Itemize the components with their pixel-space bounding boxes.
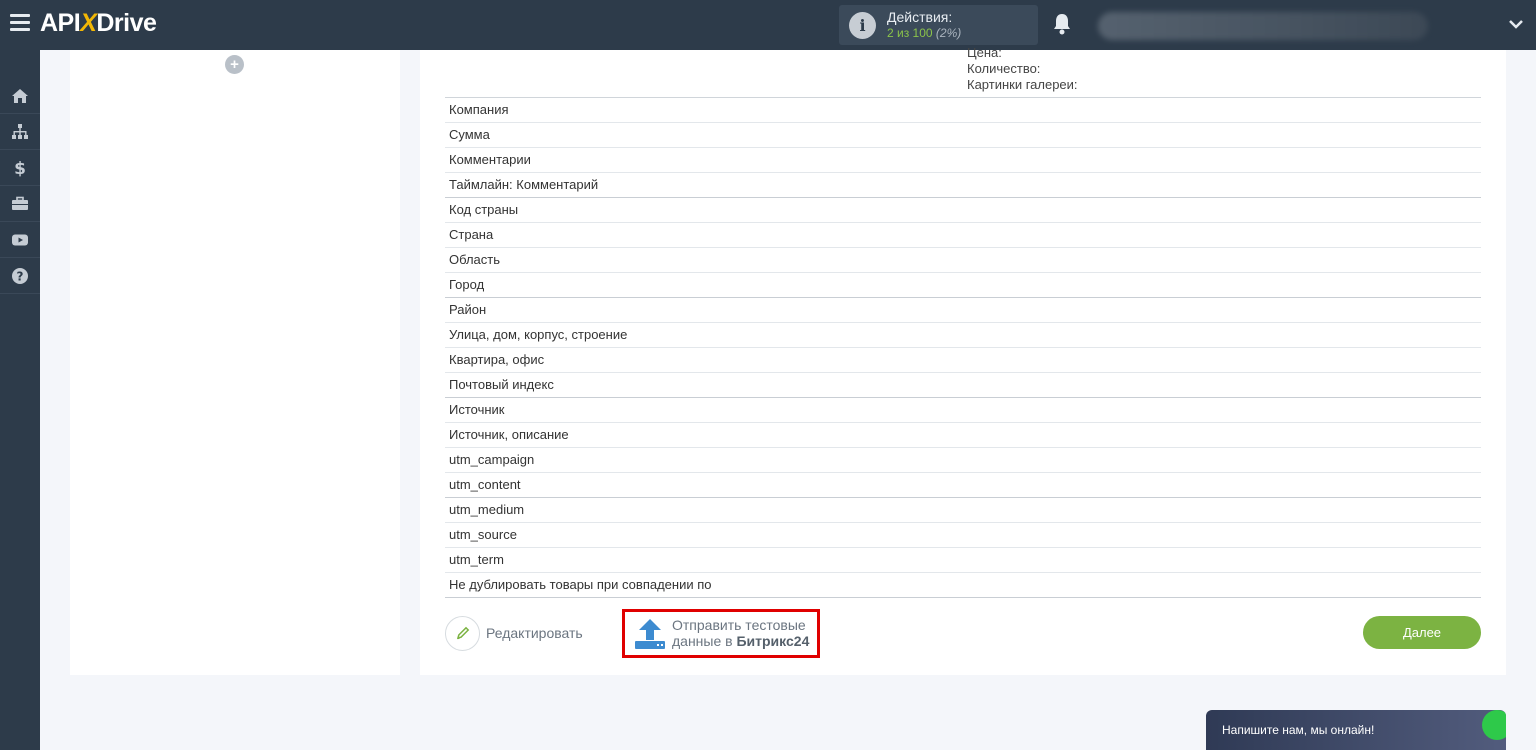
send-line-2-prefix: данные в [672, 633, 737, 649]
field-row: Квартира, офис [445, 348, 1481, 373]
actions-percent: (2%) [935, 26, 962, 40]
field-row: Область [445, 248, 1481, 273]
field-row: utm_content [445, 473, 1481, 498]
svg-text:?: ? [17, 269, 24, 283]
sidebar-item-billing[interactable]: $ [0, 150, 40, 186]
online-status-indicator [1482, 710, 1506, 740]
left-panel: + [70, 50, 400, 675]
actions-counter[interactable]: i Действия: 2 из 100 (2%) [839, 5, 1038, 45]
label-gallery-images: Картинки галереи: [967, 77, 1078, 92]
field-row: Сумма [445, 123, 1481, 148]
video-icon [12, 234, 28, 245]
field-row: Источник, описание [445, 423, 1481, 448]
actions-count-value: 2 из 100 [887, 26, 933, 40]
label-price: Цена: [967, 45, 1002, 60]
home-icon [12, 88, 28, 103]
field-row: utm_term [445, 548, 1481, 573]
main-panel: Цена: Количество: Картинки галереи: Комп… [420, 45, 1506, 675]
sidebar-item-video[interactable] [0, 222, 40, 258]
send-target-name: Битрикс24 [736, 633, 810, 649]
sidebar-item-help[interactable]: ? [0, 258, 40, 294]
send-line-1: Отправить тестовые [672, 617, 806, 633]
send-line-2: данные в Битрикс24 [672, 633, 809, 649]
edit-button[interactable]: Редактировать [445, 615, 583, 651]
field-row: Комментарии [445, 148, 1481, 173]
actions-count: 2 из 100 (2%) [887, 26, 961, 40]
chat-widget[interactable]: Напишите нам, мы онлайн! [1206, 710, 1506, 750]
dollar-icon: $ [14, 159, 26, 177]
bell-icon[interactable] [1052, 13, 1072, 35]
field-row: Компания [445, 98, 1481, 123]
chat-widget-text: Напишите нам, мы онлайн! [1222, 723, 1375, 737]
field-row: Код страны [445, 198, 1481, 223]
field-row: Город [445, 273, 1481, 298]
field-row: Улица, дом, корпус, строение [445, 323, 1481, 348]
add-step-button[interactable]: + [225, 55, 244, 74]
field-row: utm_campaign [445, 448, 1481, 473]
sidebar-item-home[interactable] [0, 78, 40, 114]
info-icon: i [849, 12, 876, 39]
edit-circle [445, 615, 480, 651]
top-field-labels: Цена: Количество: Картинки галереи: [967, 45, 1078, 93]
field-row: Не дублировать товары при совпадении по [445, 573, 1481, 598]
help-icon: ? [12, 267, 28, 284]
sitemap-icon [12, 123, 28, 139]
actions-label: Действия: [887, 9, 953, 25]
logo-prefix: API [40, 9, 81, 37]
field-row: Район [445, 298, 1481, 323]
briefcase-icon [12, 196, 28, 210]
upload-icon [635, 619, 665, 649]
hamburger-menu-icon[interactable] [10, 14, 30, 34]
apix-drive-logo[interactable]: APIXDrive [40, 9, 157, 38]
send-test-data-button[interactable]: Отправить тестовые данные в Битрикс24 [622, 609, 820, 658]
next-button[interactable]: Далее [1363, 616, 1481, 649]
field-row: Почтовый индекс [445, 373, 1481, 398]
sidebar-nav: $ ? [0, 50, 40, 750]
logo-suffix: Drive [96, 9, 157, 37]
chevron-down-icon[interactable] [1508, 16, 1524, 32]
pencil-icon [456, 626, 469, 640]
field-row: utm_medium [445, 498, 1481, 523]
edit-label: Редактировать [486, 625, 583, 641]
field-row: Страна [445, 223, 1481, 248]
label-quantity: Количество: [967, 61, 1041, 76]
user-account-blurred[interactable] [1098, 12, 1428, 40]
field-row: Источник [445, 398, 1481, 423]
field-row: Таймлайн: Комментарий [445, 173, 1481, 198]
logo-x: X [80, 9, 97, 37]
sidebar-item-tools[interactable] [0, 186, 40, 222]
top-bar: APIXDrive i Действия: 2 из 100 (2%) [0, 0, 1536, 50]
sidebar-item-connections[interactable] [0, 114, 40, 150]
send-test-data-label: Отправить тестовые данные в Битрикс24 [672, 617, 809, 649]
svg-text:$: $ [14, 159, 26, 177]
field-row: utm_source [445, 523, 1481, 548]
field-list: Компания Сумма Комментарии Таймлайн: Ком… [445, 97, 1481, 598]
